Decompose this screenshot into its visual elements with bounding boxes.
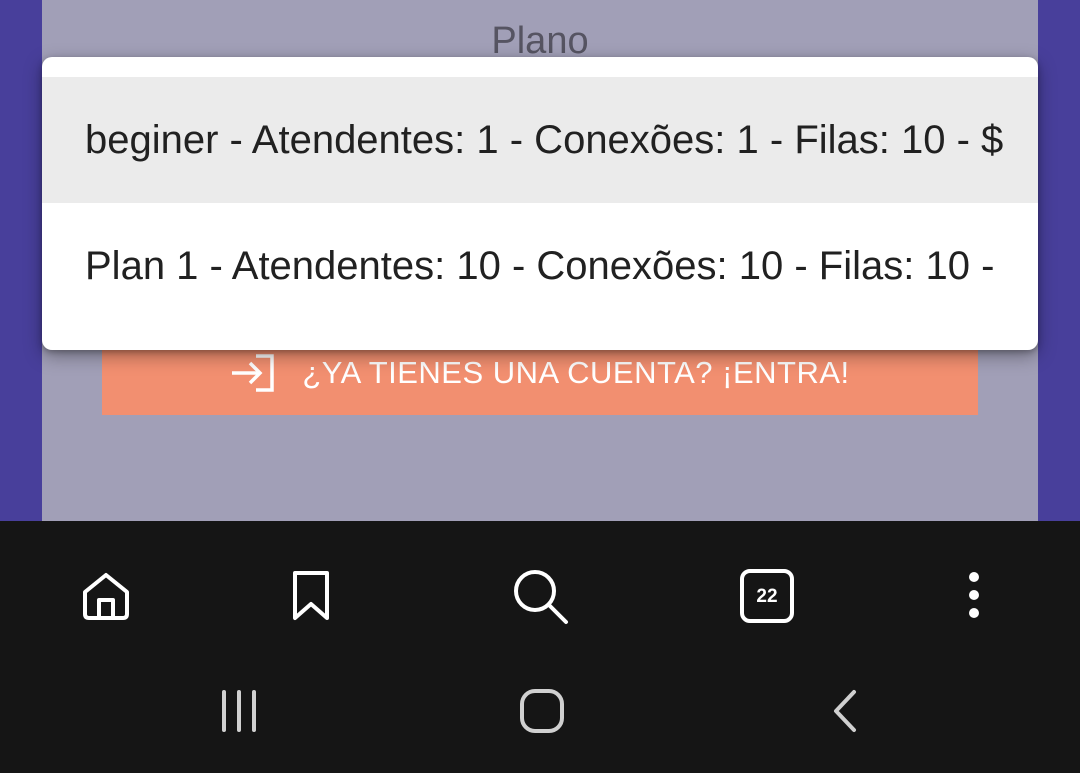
more-menu-button[interactable] (939, 561, 1009, 631)
back-icon (834, 690, 856, 732)
home-icon (83, 573, 129, 620)
system-home-button[interactable] (507, 676, 577, 746)
plan-option-plan-1[interactable]: Plan 1 - Atendentes: 10 - Conexões: 10 -… (42, 203, 1038, 329)
tabs-button[interactable]: 22 (732, 561, 802, 631)
more-vertical-icon (969, 572, 979, 618)
search-button[interactable] (505, 561, 575, 631)
plan-dropdown-menu: beginer - Atendentes: 1 - Conexões: 1 - … (42, 57, 1038, 350)
browser-toolbar: 22 (0, 521, 1080, 773)
bookmark-button[interactable] (276, 561, 346, 631)
login-button-label: ¿YA TIENES UNA CUENTA? ¡ENTRA! (302, 354, 850, 390)
recent-apps-button[interactable] (205, 676, 275, 746)
tab-count: 22 (756, 586, 777, 607)
tabs-icon: 22 (740, 569, 794, 623)
bookmark-icon (293, 571, 329, 620)
recent-apps-icon (222, 690, 256, 732)
home-button[interactable] (71, 561, 141, 631)
search-icon (514, 570, 568, 624)
home-circle-icon (520, 689, 564, 733)
plan-option-beginer[interactable]: beginer - Atendentes: 1 - Conexões: 1 - … (42, 77, 1038, 203)
back-button[interactable] (810, 676, 880, 746)
login-arrow-icon (232, 353, 275, 392)
